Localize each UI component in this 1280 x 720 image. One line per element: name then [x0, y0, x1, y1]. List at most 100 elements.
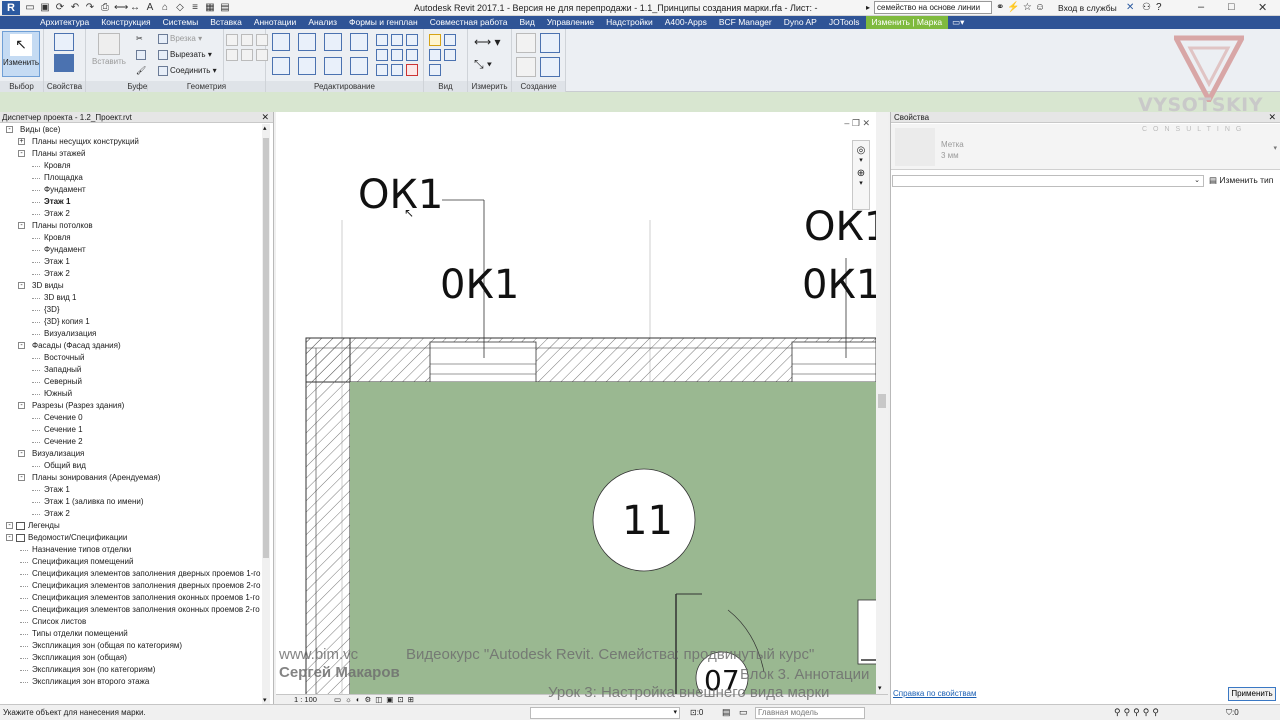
tree-item[interactable]: Этаж 1 [0, 196, 262, 208]
override-graphics-icon[interactable] [429, 34, 441, 46]
cut-icon-row[interactable]: ✂ [136, 34, 143, 43]
collapse-icon[interactable]: - [6, 534, 13, 541]
tab-jotools[interactable]: JOTools [823, 16, 866, 29]
close-window-icon[interactable]: ✕ [1258, 1, 1267, 14]
tree-item[interactable]: Сечение 0 [0, 412, 262, 424]
maximize-icon[interactable]: □ [1228, 1, 1235, 13]
create-similar-icon[interactable] [540, 57, 560, 77]
tree-item[interactable]: Западный [0, 364, 262, 376]
trim-single-icon[interactable] [376, 64, 388, 76]
tab-manage[interactable]: Управление [541, 16, 600, 29]
thin-lines-icon[interactable]: ≡ [189, 2, 201, 14]
pin-icon[interactable] [406, 34, 418, 46]
tab-systems[interactable]: Системы [157, 16, 205, 29]
tree-item[interactable]: Экспликация зон (общая) [0, 652, 262, 664]
undo-icon[interactable]: ↶ [69, 2, 81, 14]
tab-view[interactable]: Вид [513, 16, 540, 29]
tree-item[interactable]: - Разрезы (Разрез здания) [0, 400, 262, 412]
mirror-draw-icon[interactable] [350, 33, 368, 51]
tree-item[interactable]: Этаж 2 [0, 268, 262, 280]
view-control-icons[interactable]: ▭☼◐⚙◫▣⊡⊞ [334, 695, 418, 704]
edit-type-button[interactable]: ▤ Изменить тип [1209, 175, 1273, 186]
tree-item[interactable]: Экспликация зон (общая по категориям) [0, 640, 262, 652]
properties-help-link[interactable]: Справка по свойствам [893, 689, 976, 698]
tree-item[interactable]: - Планы зонирования (Арендуемая) [0, 472, 262, 484]
view-restore-icon[interactable]: ❐ [852, 118, 860, 128]
trim-multi-icon[interactable] [391, 64, 403, 76]
linework-icon[interactable] [429, 49, 441, 61]
sign-in-button[interactable]: Вход в службы [1058, 3, 1117, 13]
tab-bcf-manager[interactable]: BCF Manager [713, 16, 778, 29]
window-tag-ok1[interactable]: ОК1 [358, 172, 443, 218]
tree-item[interactable]: Общий вид [0, 460, 262, 472]
group-select-label[interactable]: Выбор [0, 81, 43, 92]
tree-item[interactable]: Экспликация зон (по категориям) [0, 664, 262, 676]
tab-dyno-ap[interactable]: Dyno AP [778, 16, 823, 29]
tab-a400-apps[interactable]: A400-Apps [659, 16, 713, 29]
window-tag-0k1[interactable]: 0К1 [440, 262, 519, 308]
collapse-icon[interactable]: - [6, 126, 13, 133]
copy-element-icon[interactable] [298, 57, 316, 75]
tree-item[interactable]: Южный [0, 388, 262, 400]
account-icon[interactable]: ⚇ [1142, 2, 1151, 13]
tree-item[interactable]: Спецификация элементов заполнения оконны… [0, 592, 262, 604]
view-scrollbar[interactable]: ▾ [876, 112, 888, 694]
zoom-dropdown-icon[interactable]: ▾ [853, 179, 869, 187]
tab-architecture[interactable]: Архитектура [34, 16, 95, 29]
move-icon[interactable] [272, 57, 290, 75]
tree-item[interactable]: Спецификация элементов заполнения оконны… [0, 604, 262, 616]
tree-item[interactable]: Восточный [0, 352, 262, 364]
offset-icon[interactable] [298, 33, 316, 51]
tab-analyze[interactable]: Анализ [302, 16, 343, 29]
editable-only-indicator[interactable]: ⊡:0 [690, 708, 703, 717]
tab-collaborate[interactable]: Совместная работа [424, 16, 514, 29]
tab-insert[interactable]: Вставка [204, 16, 248, 29]
copy-icon-row[interactable] [136, 50, 148, 60]
redo-icon[interactable]: ↷ [84, 2, 96, 14]
tree-item[interactable]: Кровля [0, 160, 262, 172]
drawing-area[interactable]: ОК1 0К1 ОК1 0К1 11 07 ↖ – ❐ ✕ ◎ ▾ ⊕ ▾ ▾ … [276, 112, 888, 704]
align-icon[interactable] [272, 33, 290, 51]
scroll-down-icon[interactable]: ▾ [263, 696, 267, 704]
communication-icon[interactable]: ⚡ [1007, 2, 1022, 13]
tree-item[interactable]: Назначение типов отделки [0, 544, 262, 556]
window-tag-0k1-right[interactable]: 0К1 [802, 262, 881, 308]
rotate-icon[interactable] [324, 57, 342, 75]
collapse-icon[interactable]: - [18, 402, 25, 409]
tree-item[interactable]: Экспликация зон второго этажа [0, 676, 262, 688]
binoculars-icon[interactable]: ⚭ [996, 2, 1007, 13]
collapse-icon[interactable]: - [18, 474, 25, 481]
close-icon[interactable]: ✕ [261, 112, 269, 123]
modify-button[interactable]: ↖ Изменить [2, 31, 40, 77]
top-wall[interactable] [305, 337, 877, 383]
instance-filter-dropdown[interactable]: ⌄ [892, 175, 1204, 187]
split-face-icon[interactable] [429, 64, 441, 76]
minimize-icon[interactable]: – [1198, 1, 1204, 13]
properties-palette-icon[interactable] [54, 54, 74, 72]
view-scale[interactable]: 1 : 100 [294, 695, 317, 704]
switch-windows-icon[interactable]: ▤ [219, 2, 231, 14]
tree-item[interactable]: {3D} копия 1 [0, 316, 262, 328]
type-dropdown-icon[interactable]: ▾ [1273, 144, 1277, 152]
expand-icon[interactable]: + [18, 138, 25, 145]
design-option-icons[interactable]: ▤ ▭ [722, 707, 751, 718]
collapse-icon[interactable]: - [18, 450, 25, 457]
array-icon[interactable] [376, 49, 388, 61]
help-icon[interactable]: ? [1156, 2, 1162, 13]
tree-item[interactable]: Северный [0, 376, 262, 388]
match-props-row[interactable]: 🖌 [136, 66, 146, 75]
create-group-icon[interactable] [540, 33, 560, 53]
aligned-dimension-icon[interactable]: ⤡ ▾ [474, 57, 492, 72]
print-icon[interactable]: ⎙ [99, 2, 111, 14]
wheel-dropdown-icon[interactable]: ▾ [853, 156, 869, 164]
text-icon[interactable]: A [144, 2, 156, 14]
tree-item[interactable]: Визуализация [0, 328, 262, 340]
tab-annotate[interactable]: Аннотации [248, 16, 303, 29]
tree-item[interactable]: Кровля [0, 232, 262, 244]
search-input[interactable]: семейство на основе линии [874, 1, 992, 14]
steering-wheel-icon[interactable]: ◎ [853, 145, 869, 156]
tree-item[interactable]: Спецификация помещений [0, 556, 262, 568]
close-icon[interactable]: ✕ [1268, 112, 1276, 123]
save-icon[interactable]: ▣ [39, 2, 51, 14]
filter-count[interactable]: ⛉:0 [1226, 708, 1239, 718]
